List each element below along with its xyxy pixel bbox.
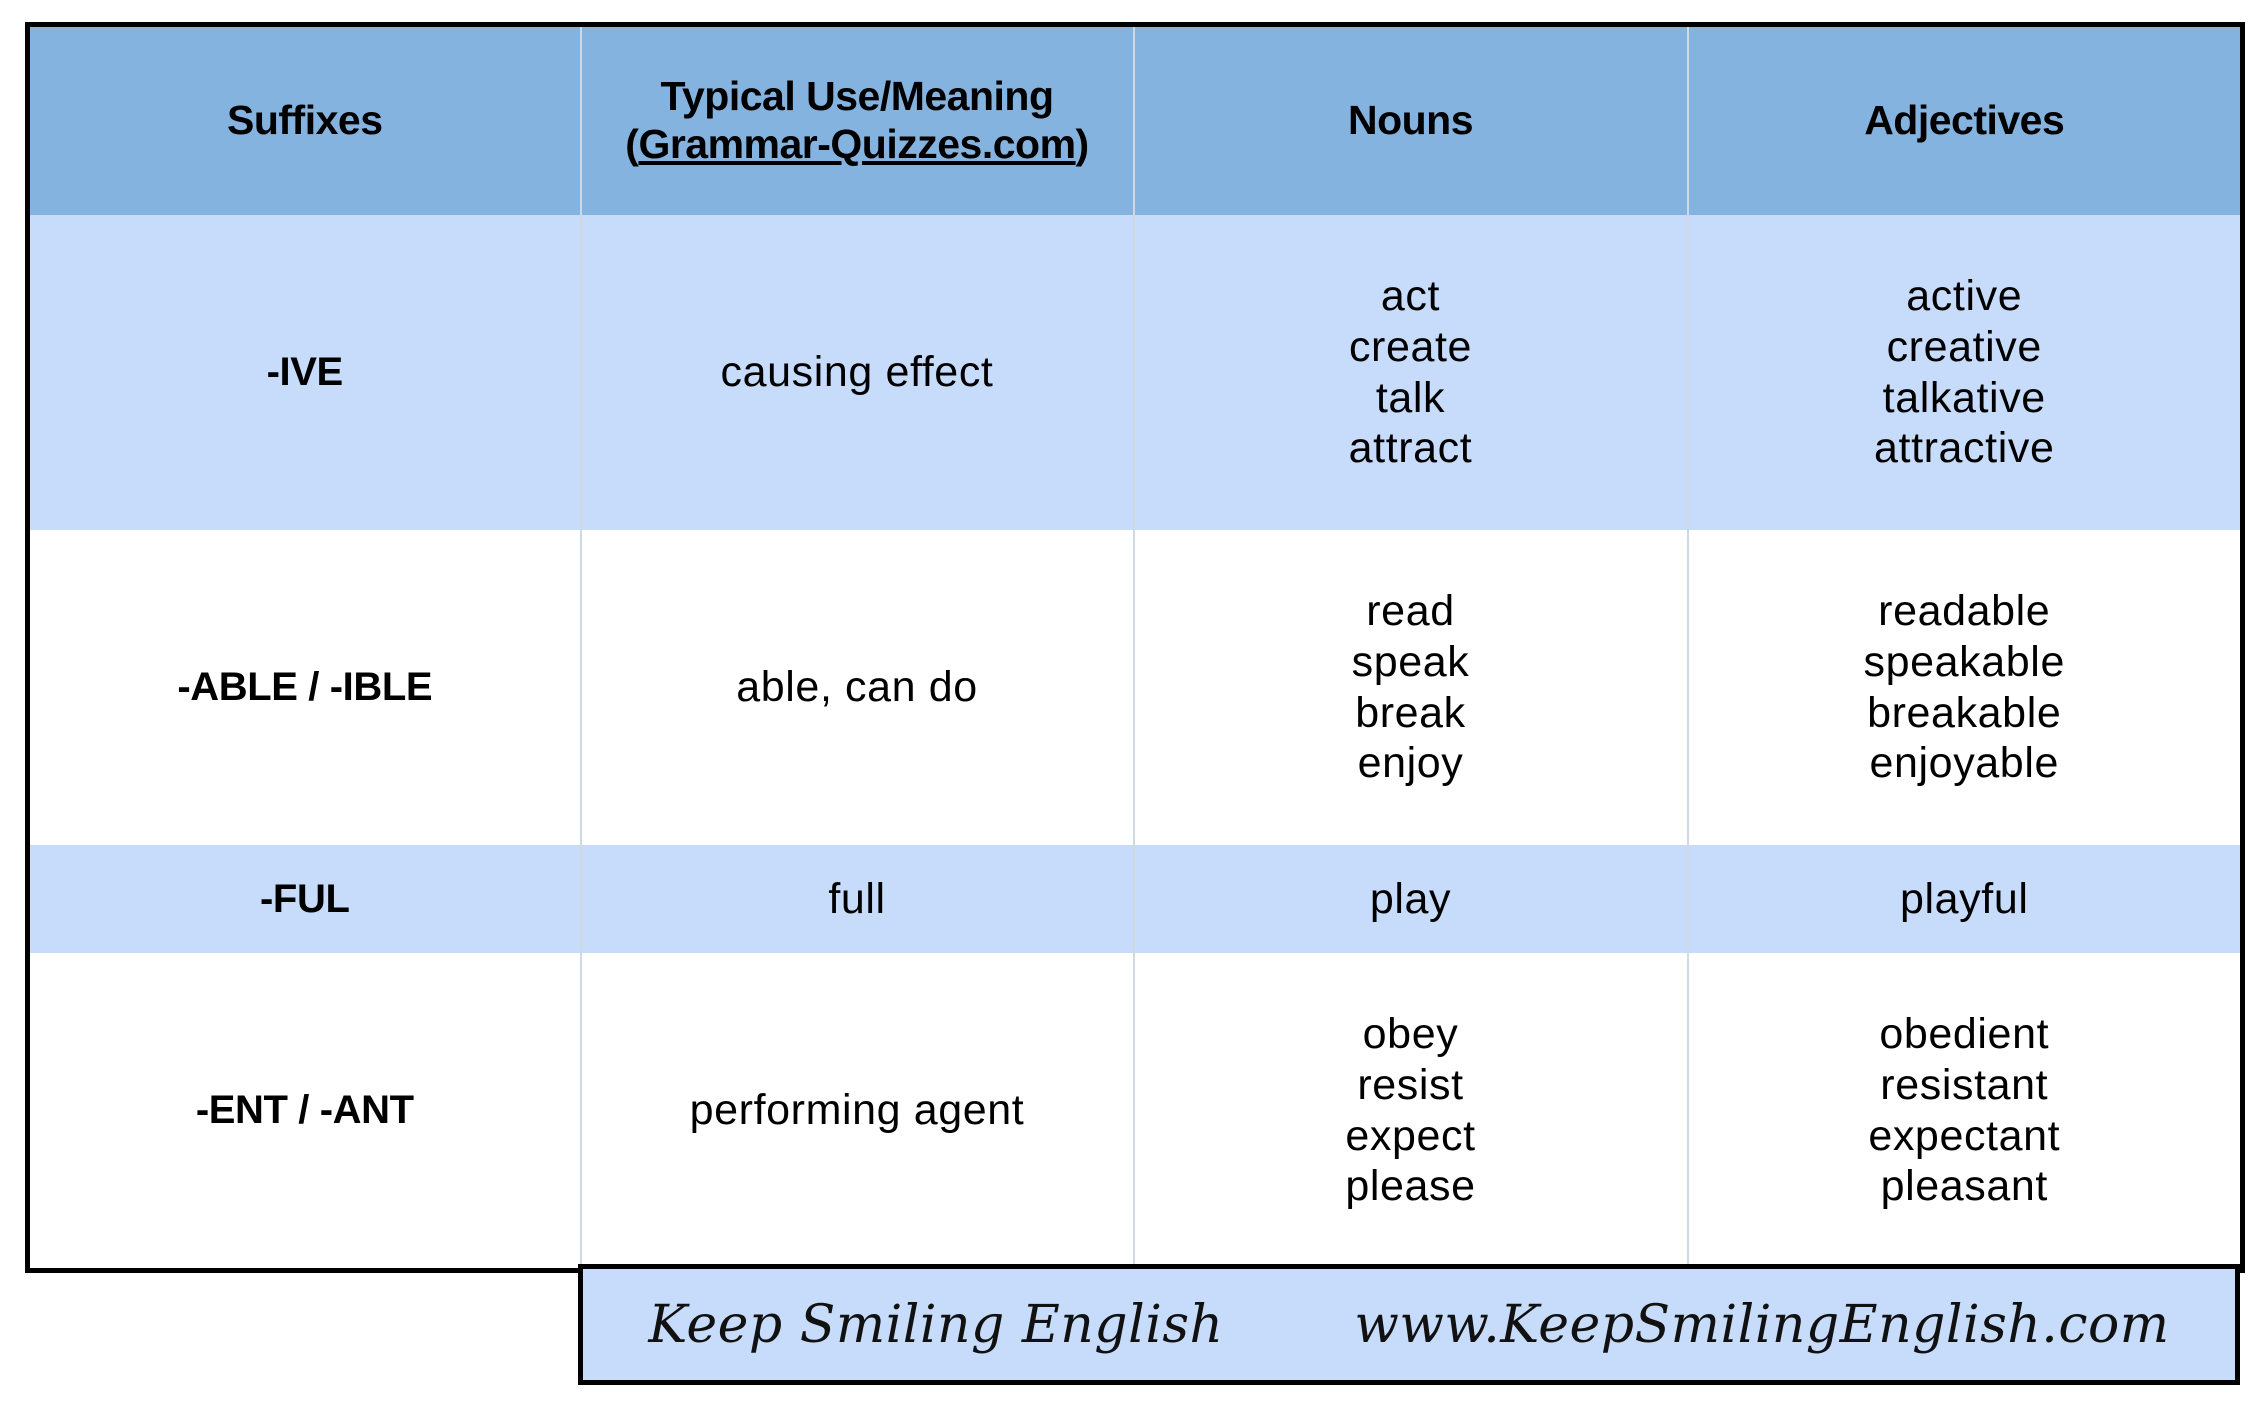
list-item: play: [1369, 874, 1452, 923]
list-item: read: [1366, 587, 1455, 636]
cell-nouns: read speak break enjoy: [1132, 530, 1689, 845]
column-header-adjectives-label: Adjectives: [1864, 97, 2065, 144]
suffix-reference-table: Suffixes Typical Use/Meaning (Grammar-Qu…: [25, 22, 2245, 1273]
column-header-nouns-label: Nouns: [1347, 97, 1474, 144]
adjective-list: active creative talkative attractive: [1689, 271, 2241, 474]
list-item: speak: [1351, 637, 1470, 686]
list-item: act: [1380, 272, 1441, 321]
footer-brand-bar: Keep Smiling English www.KeepSmilingEngl…: [578, 1264, 2240, 1385]
grammar-quizzes-link[interactable]: Grammar-Quizzes.com: [638, 121, 1076, 167]
cell-adjectives: readable speakable breakable enjoyable: [1686, 530, 2243, 845]
cell-adjectives: active creative talkative attractive: [1686, 215, 2243, 530]
column-header-nouns: Nouns: [1132, 24, 1689, 215]
adjective-list: playful: [1689, 874, 2241, 925]
list-item: resist: [1357, 1060, 1464, 1109]
table-row: -IVE causing effect act create talk attr…: [27, 215, 2243, 530]
list-item: enjoy: [1357, 739, 1464, 788]
list-item: speakable: [1863, 637, 2065, 686]
cell-meaning: causing effect: [579, 215, 1135, 530]
adjective-list: obedient resistant expectant pleasant: [1689, 1009, 2241, 1212]
cell-adjectives: playful: [1686, 845, 2243, 953]
list-item: attractive: [1874, 424, 2055, 473]
cell-suffix: -ENT / -ANT: [27, 953, 582, 1271]
cell-meaning: full: [579, 845, 1135, 953]
cell-suffix: -ABLE / -IBLE: [27, 530, 582, 845]
list-item: obedient: [1879, 1010, 2050, 1059]
list-item: talk: [1375, 373, 1446, 422]
brand-name: Keep Smiling English: [648, 1294, 1224, 1355]
table-body: -IVE causing effect act create talk attr…: [27, 215, 2243, 1271]
column-header-adjectives: Adjectives: [1686, 24, 2243, 215]
list-item: playful: [1900, 874, 2029, 923]
column-header-suffixes: Suffixes: [27, 24, 582, 215]
adjective-list: readable speakable breakable enjoyable: [1689, 586, 2241, 789]
brand-website[interactable]: www.KeepSmilingEnglish.com: [1354, 1295, 2169, 1355]
list-item: enjoyable: [1869, 739, 2059, 788]
table-header: Suffixes Typical Use/Meaning (Grammar-Qu…: [27, 24, 2243, 215]
list-item: talkative: [1882, 373, 2046, 422]
table-row: -FUL full play playful: [27, 845, 2243, 953]
cell-nouns: act create talk attract: [1132, 215, 1689, 530]
list-item: breakable: [1867, 688, 2062, 737]
noun-list: obey resist expect please: [1135, 1009, 1687, 1212]
list-item: readable: [1878, 587, 2051, 636]
cell-nouns: obey resist expect please: [1132, 953, 1689, 1271]
cell-suffix: -FUL: [27, 845, 582, 953]
list-item: obey: [1362, 1010, 1459, 1059]
list-item: expect: [1345, 1111, 1476, 1160]
table-row: -ABLE / -IBLE able, can do read speak br…: [27, 530, 2243, 845]
cell-meaning: able, can do: [579, 530, 1135, 845]
cell-meaning: performing agent: [579, 953, 1135, 1271]
list-item: please: [1345, 1162, 1476, 1211]
list-item: attract: [1348, 424, 1473, 473]
noun-list: read speak break enjoy: [1135, 586, 1687, 789]
cell-nouns: play: [1132, 845, 1689, 953]
list-item: pleasant: [1880, 1162, 2048, 1211]
column-header-typical-use-label: Typical Use/Meaning: [660, 73, 1054, 120]
column-header-suffixes-label: Suffixes: [227, 97, 383, 144]
list-item: break: [1355, 688, 1466, 737]
list-item: expectant: [1868, 1111, 2061, 1160]
header-row: Suffixes Typical Use/Meaning (Grammar-Qu…: [27, 24, 2243, 215]
list-item: resistant: [1880, 1060, 2049, 1109]
cell-suffix: -IVE: [27, 215, 582, 530]
noun-list: act create talk attract: [1135, 271, 1687, 474]
table-row: -ENT / -ANT performing agent obey resist…: [27, 953, 2243, 1271]
list-item: create: [1348, 322, 1473, 371]
list-item: active: [1906, 272, 2023, 321]
column-header-typical-use: Typical Use/Meaning (Grammar-Quizzes.com…: [579, 24, 1135, 215]
list-item: creative: [1886, 322, 2042, 371]
noun-list: play: [1135, 874, 1687, 925]
column-header-source-link: (Grammar-Quizzes.com): [625, 121, 1089, 167]
worksheet-page: Suffixes Typical Use/Meaning (Grammar-Qu…: [0, 0, 2262, 1415]
cell-adjectives: obedient resistant expectant pleasant: [1686, 953, 2243, 1271]
